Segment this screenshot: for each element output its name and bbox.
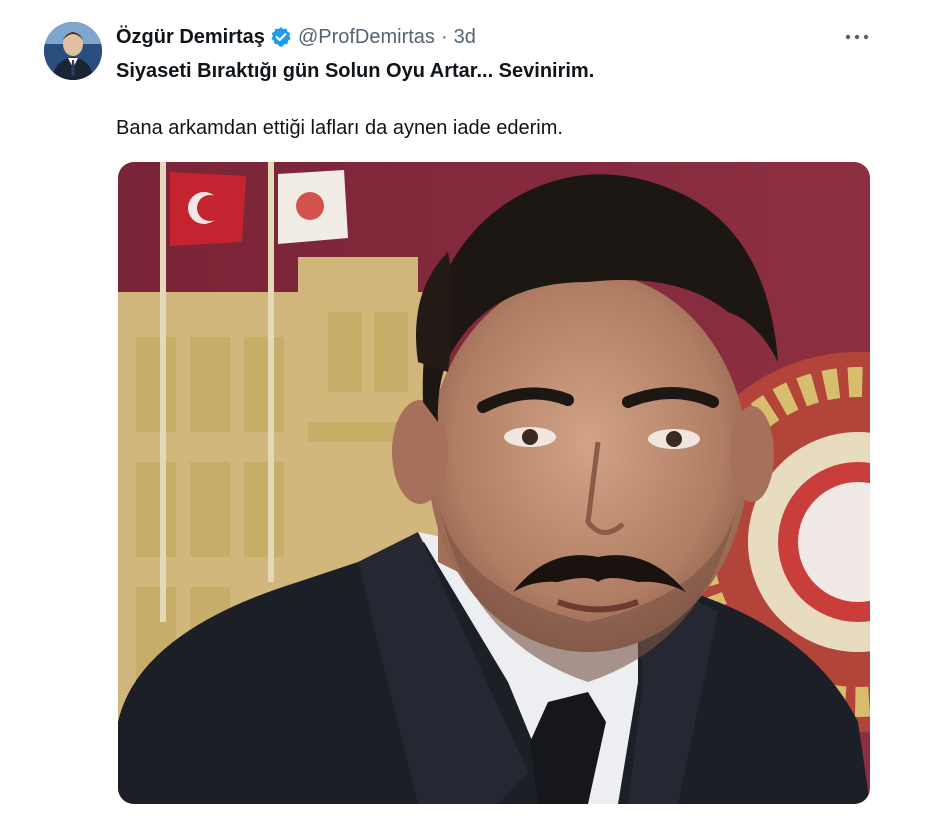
author-handle[interactable]: @ProfDemirtas [298, 26, 435, 49]
tweet-header: Özgür Demirtaş @ProfDemirtas · 3d [116, 24, 476, 50]
tweet-text-line1: Siyaseti Bıraktığı gün Solun Oyu Artar..… [116, 60, 595, 82]
avatar-image [44, 22, 102, 80]
tweet-media-photo[interactable] [118, 162, 870, 804]
tweet[interactable]: Özgür Demirtaş @ProfDemirtas · 3d Siyase… [0, 0, 934, 821]
author-name[interactable]: Özgür Demirtaş [116, 26, 265, 49]
tweet-timestamp[interactable]: 3d [454, 26, 476, 49]
avatar[interactable] [44, 22, 102, 80]
separator-dot: · [440, 25, 448, 48]
verified-badge-icon [270, 26, 292, 48]
tweet-text-line2: Bana arkamdan ettiği lafları da aynen ia… [116, 117, 563, 139]
more-options-icon[interactable] [840, 24, 874, 50]
